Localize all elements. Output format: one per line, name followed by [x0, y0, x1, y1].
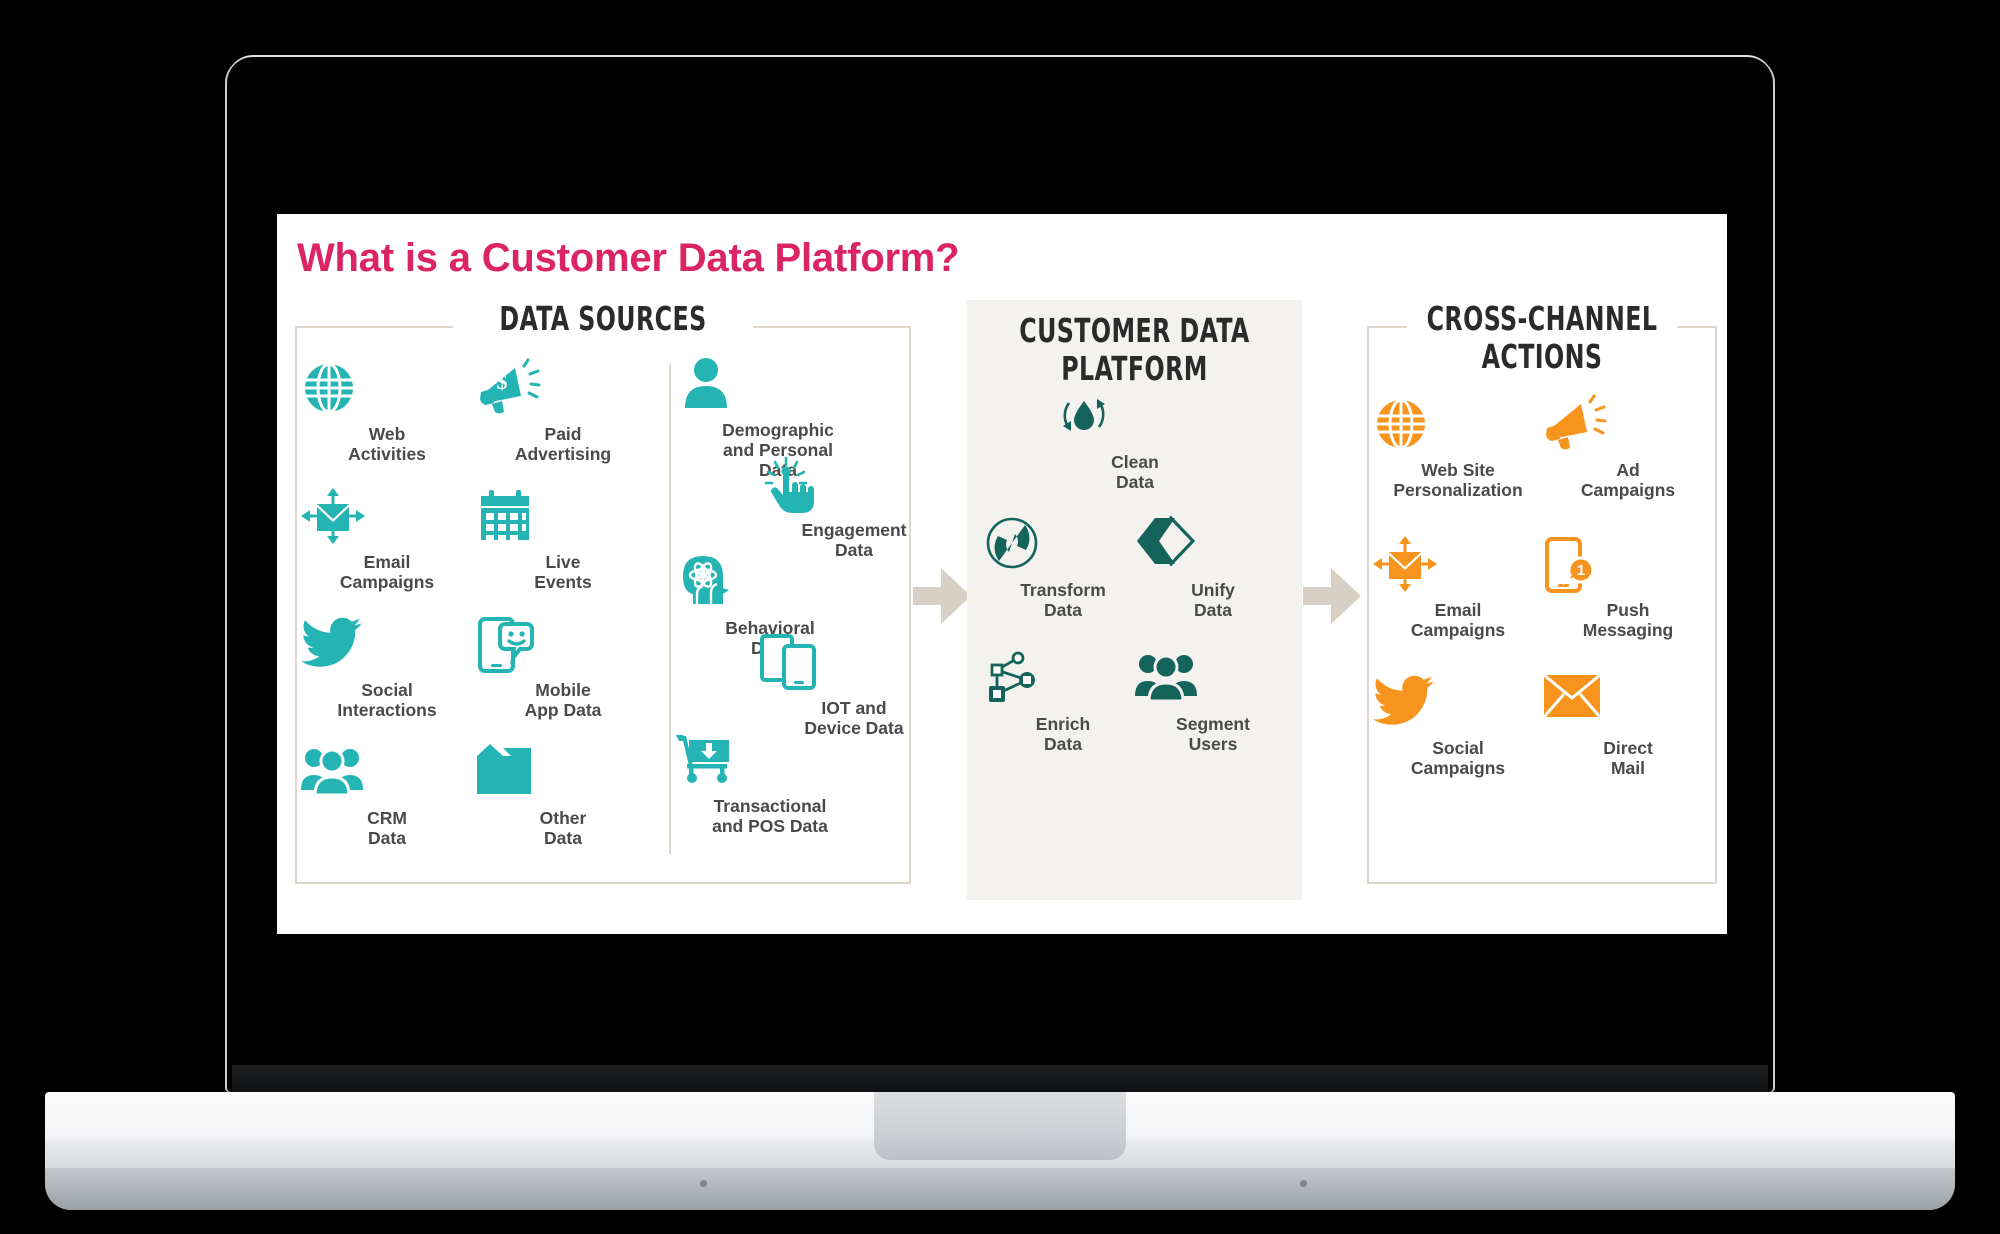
person-icon: [683, 356, 873, 414]
action-item-label: Web Site Personalization: [1393, 460, 1523, 500]
laptop-base-screw-right: [1300, 1180, 1307, 1187]
cdp-item-label: Enrich Data: [1035, 714, 1091, 754]
envelope-arrows-icon: [1373, 536, 1543, 594]
envelope-icon: [1542, 673, 1713, 732]
connector-sources-to-cdp: [913, 568, 971, 624]
source-item-email-campaigns[interactable]: Email Campaigns: [301, 488, 473, 592]
source-item-engagement-data[interactable]: Engagement Data: [759, 456, 949, 560]
calendar-icon: [477, 488, 649, 546]
action-item-label: Push Messaging: [1582, 600, 1674, 640]
folded-square-icon: [477, 744, 649, 802]
action-item-ad-campaigns[interactable]: Ad Campaigns: [1543, 394, 1713, 500]
cdp-item-label: Transform Data: [1020, 580, 1106, 620]
svg-text:$: $: [497, 369, 508, 394]
twitter-bird-icon: [1373, 674, 1543, 732]
page-title: What is a Customer Data Platform?: [297, 236, 960, 280]
source-item-web-activities[interactable]: Web Activities: [301, 360, 473, 464]
action-item-label: Social Campaigns: [1410, 738, 1506, 778]
source-item-crm-data[interactable]: CRM Data: [301, 744, 473, 848]
cdp-item-label: Clean Data: [1111, 452, 1159, 492]
panel-cross-channel-actions-heading: CROSS-CHANNEL ACTIONS: [1426, 299, 1658, 376]
data-sources-primary-group: Web Activities $ Paid Advertising Email …: [301, 358, 661, 880]
source-item-label: Transactional and POS Data: [712, 796, 828, 836]
panel-cross-channel-actions: CROSS-CHANNEL ACTIONS Web Site Personali…: [1367, 300, 1717, 900]
megaphone-icon: [1543, 394, 1713, 454]
source-item-paid-advertising[interactable]: $ Paid Advertising: [477, 358, 649, 464]
globe-icon: [301, 360, 473, 418]
people-group-icon: [301, 744, 473, 802]
right-arrow-icon: [913, 568, 971, 624]
source-item-label: Web Activities: [348, 424, 426, 464]
action-item-label: Ad Campaigns: [1580, 460, 1676, 500]
cdp-item-transform-data[interactable]: Transform Data: [985, 516, 1141, 620]
circle-arrows-icon: [985, 516, 1141, 574]
cdp-item-unify-data[interactable]: Unify Data: [1135, 515, 1291, 620]
megaphone-dollar-icon: $: [477, 358, 649, 418]
laptop-base-edge: [45, 1168, 1955, 1210]
action-item-direct-mail[interactable]: Direct Mail: [1542, 673, 1713, 778]
right-arrow-icon: [1303, 568, 1361, 624]
laptop-base-screw-left: [700, 1180, 707, 1187]
cdp-diagram: DATA SOURCES Web Activities $ Paid Adver…: [277, 300, 1727, 934]
panel-data-sources-heading: DATA SOURCES: [499, 299, 707, 338]
shopping-cart-icon: [675, 732, 865, 790]
mobile-chat-icon: [477, 616, 649, 674]
data-sources-column-divider: [669, 364, 671, 854]
tap-hand-icon: [759, 456, 949, 514]
panel-customer-data-platform-heading: CUSTOMER DATA PLATFORM: [1019, 311, 1250, 388]
source-item-label: Live Events: [534, 552, 592, 592]
connector-cdp-to-actions: [1303, 568, 1361, 624]
head-atom-icon: [675, 554, 865, 612]
people-group-icon: [1135, 650, 1291, 708]
source-item-social-interactions[interactable]: Social Interactions: [301, 616, 473, 720]
cdp-item-enrich-data[interactable]: Enrich Data: [985, 650, 1141, 754]
source-item-transactional-and-pos-data[interactable]: Transactional and POS Data: [675, 732, 865, 836]
mobile-notification-icon: 1: [1543, 536, 1713, 594]
laptop-mockup: What is a Customer Data Platform? DATA S…: [0, 0, 2000, 1234]
action-item-social-campaigns[interactable]: Social Campaigns: [1373, 674, 1543, 778]
cdp-item-clean-data[interactable]: Clean Data: [1057, 388, 1213, 492]
action-item-email-campaigns[interactable]: Email Campaigns: [1373, 536, 1543, 640]
action-item-push-messaging[interactable]: 1 Push Messaging: [1543, 536, 1713, 640]
slide-canvas: What is a Customer Data Platform? DATA S…: [277, 214, 1727, 934]
source-item-live-events[interactable]: Live Events: [477, 488, 649, 592]
panel-customer-data-platform: CUSTOMER DATA PLATFORM Clean Data Transf…: [967, 300, 1302, 900]
action-item-label: Email Campaigns: [1410, 600, 1506, 640]
source-item-label: Other Data: [539, 808, 587, 848]
cdp-item-label: Unify Data: [1191, 580, 1235, 620]
source-item-label: Mobile App Data: [524, 680, 602, 720]
data-sources-secondary-group: Demographic and Personal Data Engagement…: [676, 356, 909, 886]
envelope-arrows-icon: [301, 488, 473, 546]
source-item-label: Paid Advertising: [514, 424, 612, 464]
source-item-other-data[interactable]: Other Data: [477, 744, 649, 848]
source-item-label: Email Campaigns: [339, 552, 435, 592]
globe-icon: [1373, 396, 1543, 454]
devices-icon: [759, 634, 949, 692]
network-nodes-icon: [985, 650, 1141, 708]
action-item-web-site-personalization[interactable]: Web Site Personalization: [1373, 396, 1543, 500]
laptop-base-notch: [874, 1092, 1126, 1160]
action-item-label: Direct Mail: [1603, 738, 1653, 778]
source-item-label: Social Interactions: [337, 680, 437, 720]
source-item-iot-and-device-data[interactable]: IOT and Device Data: [759, 634, 949, 738]
merge-diamond-icon: [1135, 515, 1291, 574]
svg-text:1: 1: [1577, 562, 1585, 579]
source-item-label: CRM Data: [367, 808, 407, 848]
twitter-bird-icon: [301, 616, 473, 674]
droplet-refresh-icon: [1057, 388, 1213, 446]
cdp-item-label: Segment Users: [1176, 714, 1250, 754]
panel-data-sources: DATA SOURCES Web Activities $ Paid Adver…: [295, 300, 911, 900]
source-item-mobile-app-data[interactable]: Mobile App Data: [477, 616, 649, 720]
cdp-item-group: Clean Data Transform Data Unify Data Enr…: [967, 388, 1302, 888]
cross-channel-actions-item-group: Web Site Personalization Ad Campaigns Em…: [1367, 394, 1717, 896]
cdp-item-segment-users[interactable]: Segment Users: [1135, 650, 1291, 754]
